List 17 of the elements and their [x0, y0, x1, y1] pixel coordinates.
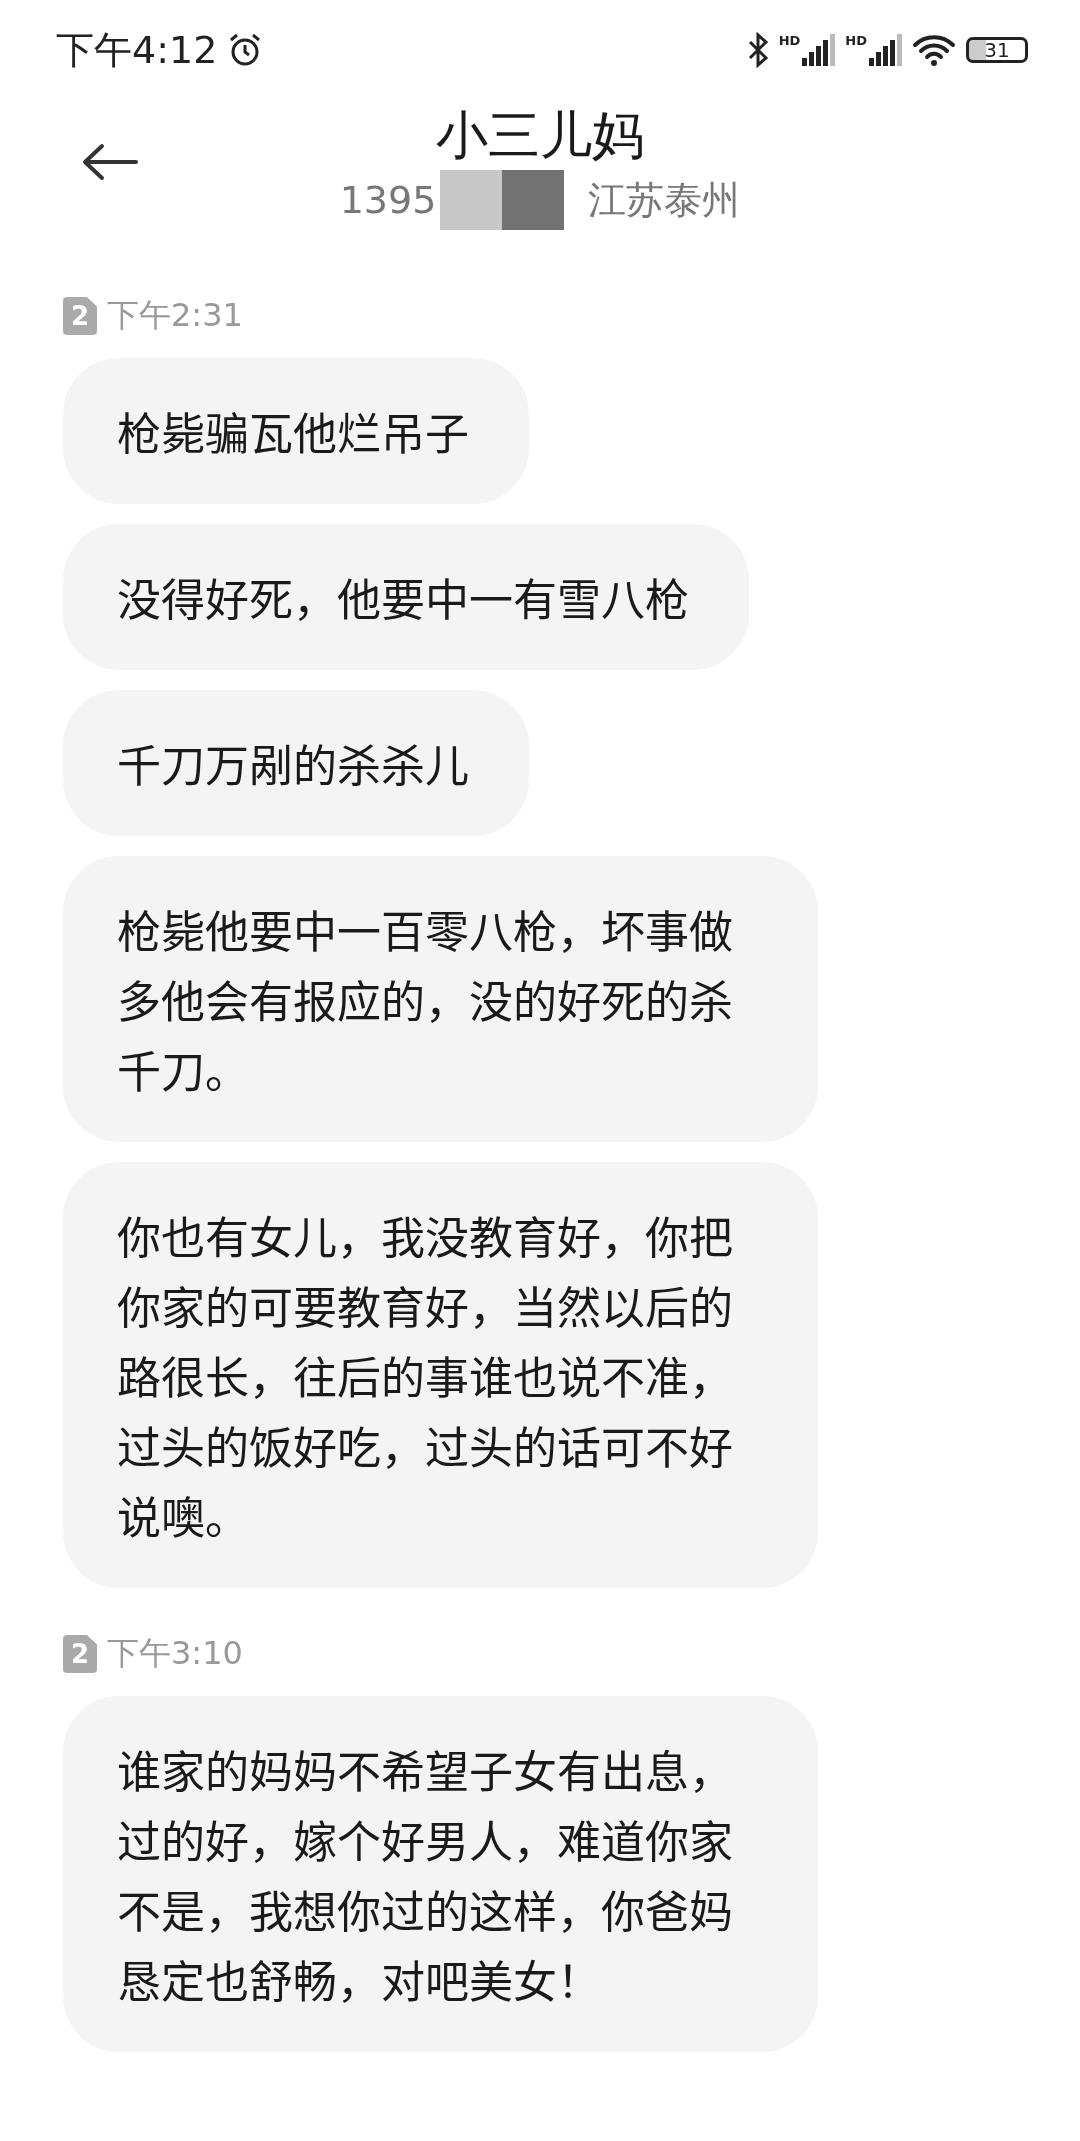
location: 江苏泰州 — [588, 177, 741, 224]
phone-number: 1395 — [339, 177, 437, 224]
sim-icon: 2 — [63, 1635, 97, 1673]
message-bubble: 谁家的妈妈不希望子女有出息，过的好，嫁个好男人，难道你家不是，我想你过的这样，你爸妈恳定也舒畅，对吧美女！ — [63, 1696, 818, 2052]
message-bubble: 枪毙他要中一百零八枪，坏事做多他会有报应的，没的好死的杀千刀。 — [63, 856, 818, 1142]
contact-name: 小三儿妈 — [436, 104, 644, 167]
battery-level: 31 — [966, 37, 1028, 63]
message-bubble: 没得好死，他要中一有雪八枪 — [63, 524, 749, 670]
sim-icon: 2 — [63, 297, 97, 335]
bluetooth-icon — [746, 32, 769, 68]
message-bubble: 千刀万剐的杀杀儿 — [63, 690, 529, 836]
message-time: 下午2:31 — [107, 295, 243, 336]
message-time: 下午3:10 — [107, 1633, 243, 1674]
status-time: 下午4:12 — [56, 26, 218, 74]
message-bubble: 枪毙骗瓦他烂吊子 — [63, 358, 529, 504]
message-bubble: 你也有女儿，我没教育好，你把你家的可要教育好，当然以后的路很长，往后的事谁也说不准，过头的饭好吃，过头的话可不好说噢。 — [63, 1162, 818, 1588]
wifi-icon — [912, 33, 956, 67]
